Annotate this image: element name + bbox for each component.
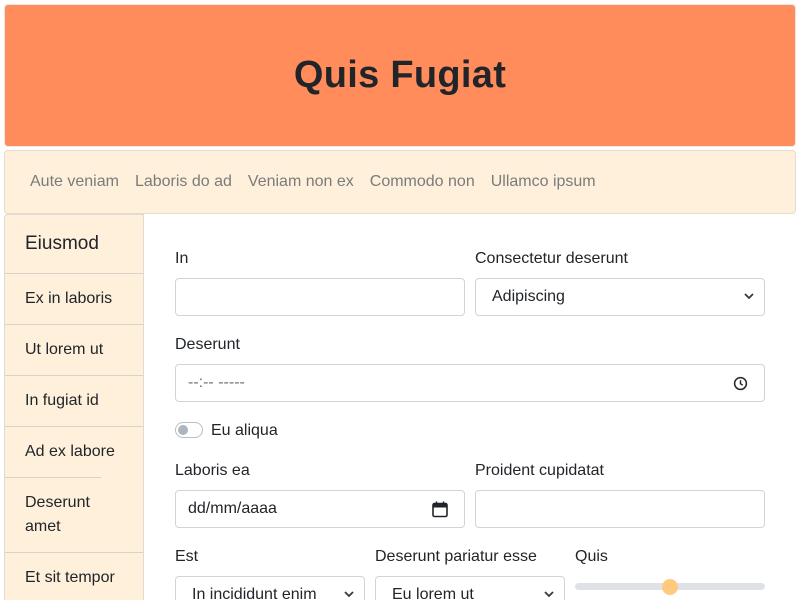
laboris-ea-label: Laboris ea bbox=[175, 462, 250, 479]
eu-aliqua-switch[interactable] bbox=[175, 422, 203, 438]
consectetur-deserunt-label: Consectetur deserunt bbox=[475, 250, 628, 267]
sidebar-item-deserunt-amet[interactable]: Deserunt amet bbox=[5, 477, 101, 552]
eu-aliqua-label: Eu aliqua bbox=[211, 422, 278, 439]
chevron-down-icon bbox=[344, 589, 354, 599]
nav-link-aute-veniam[interactable]: Aute veniam bbox=[30, 173, 119, 191]
consectetur-deserunt-value: Adipiscing bbox=[492, 288, 565, 305]
top-nav: Aute veniam Laboris do ad Veniam non ex … bbox=[4, 150, 796, 214]
chevron-down-icon bbox=[544, 591, 554, 598]
nav-link-laboris-do-ad[interactable]: Laboris do ad bbox=[135, 173, 232, 191]
est-select[interactable]: In incididunt enim bbox=[175, 576, 365, 600]
clock-icon[interactable] bbox=[733, 376, 748, 391]
deserunt-time-input[interactable]: --:-- ----- bbox=[175, 364, 765, 402]
sidebar: Eiusmod Ex in laboris Ut lorem ut In fug… bbox=[4, 214, 144, 600]
sidebar-item-et-sit-tempor[interactable]: Et sit tempor bbox=[5, 552, 143, 600]
est-label: Est bbox=[175, 548, 199, 565]
chevron-down-icon bbox=[744, 293, 754, 300]
sidebar-item-ut-lorem-ut[interactable]: Ut lorem ut bbox=[5, 324, 143, 375]
sidebar-item-in-fugiat-id[interactable]: In fugiat id bbox=[5, 375, 143, 426]
in-input[interactable] bbox=[175, 278, 465, 316]
sidebar-item-ex-in-laboris[interactable]: Ex in laboris bbox=[5, 273, 143, 324]
proident-cupidatat-label: Proident cupidatat bbox=[475, 462, 604, 479]
proident-cupidatat-input[interactable] bbox=[475, 490, 765, 528]
calendar-icon[interactable] bbox=[432, 501, 448, 518]
page-header: Quis Fugiat bbox=[4, 4, 796, 147]
laboris-ea-date-input[interactable]: dd/mm/aaaa bbox=[175, 490, 465, 528]
deserunt-pariatur-value: Eu lorem ut bbox=[392, 586, 474, 600]
nav-link-ullamco-ipsum[interactable]: Ullamco ipsum bbox=[491, 173, 596, 191]
sidebar-item-ad-ex-labore[interactable]: Ad ex labore bbox=[5, 426, 143, 477]
est-select-value: In incididunt enim bbox=[192, 586, 317, 600]
quis-label: Quis bbox=[575, 548, 608, 565]
page-title: Quis Fugiat bbox=[293, 54, 507, 96]
laboris-ea-date-value: dd/mm/aaaa bbox=[188, 500, 277, 517]
deserunt-pariatur-label: Deserunt pariatur esse bbox=[375, 548, 537, 565]
deserunt-pariatur-select[interactable]: Eu lorem ut bbox=[375, 576, 565, 600]
deserunt-label: Deserunt bbox=[175, 336, 240, 353]
in-label: In bbox=[175, 250, 189, 267]
quis-range-thumb[interactable] bbox=[662, 579, 678, 595]
deserunt-time-value: --:-- ----- bbox=[188, 374, 245, 391]
nav-link-veniam-non-ex[interactable]: Veniam non ex bbox=[248, 173, 354, 191]
switch-knob bbox=[178, 425, 188, 435]
sidebar-title: Eiusmod bbox=[25, 233, 99, 254]
consectetur-deserunt-select[interactable]: Adipiscing bbox=[475, 278, 765, 316]
nav-link-commodo-non[interactable]: Commodo non bbox=[370, 173, 475, 191]
